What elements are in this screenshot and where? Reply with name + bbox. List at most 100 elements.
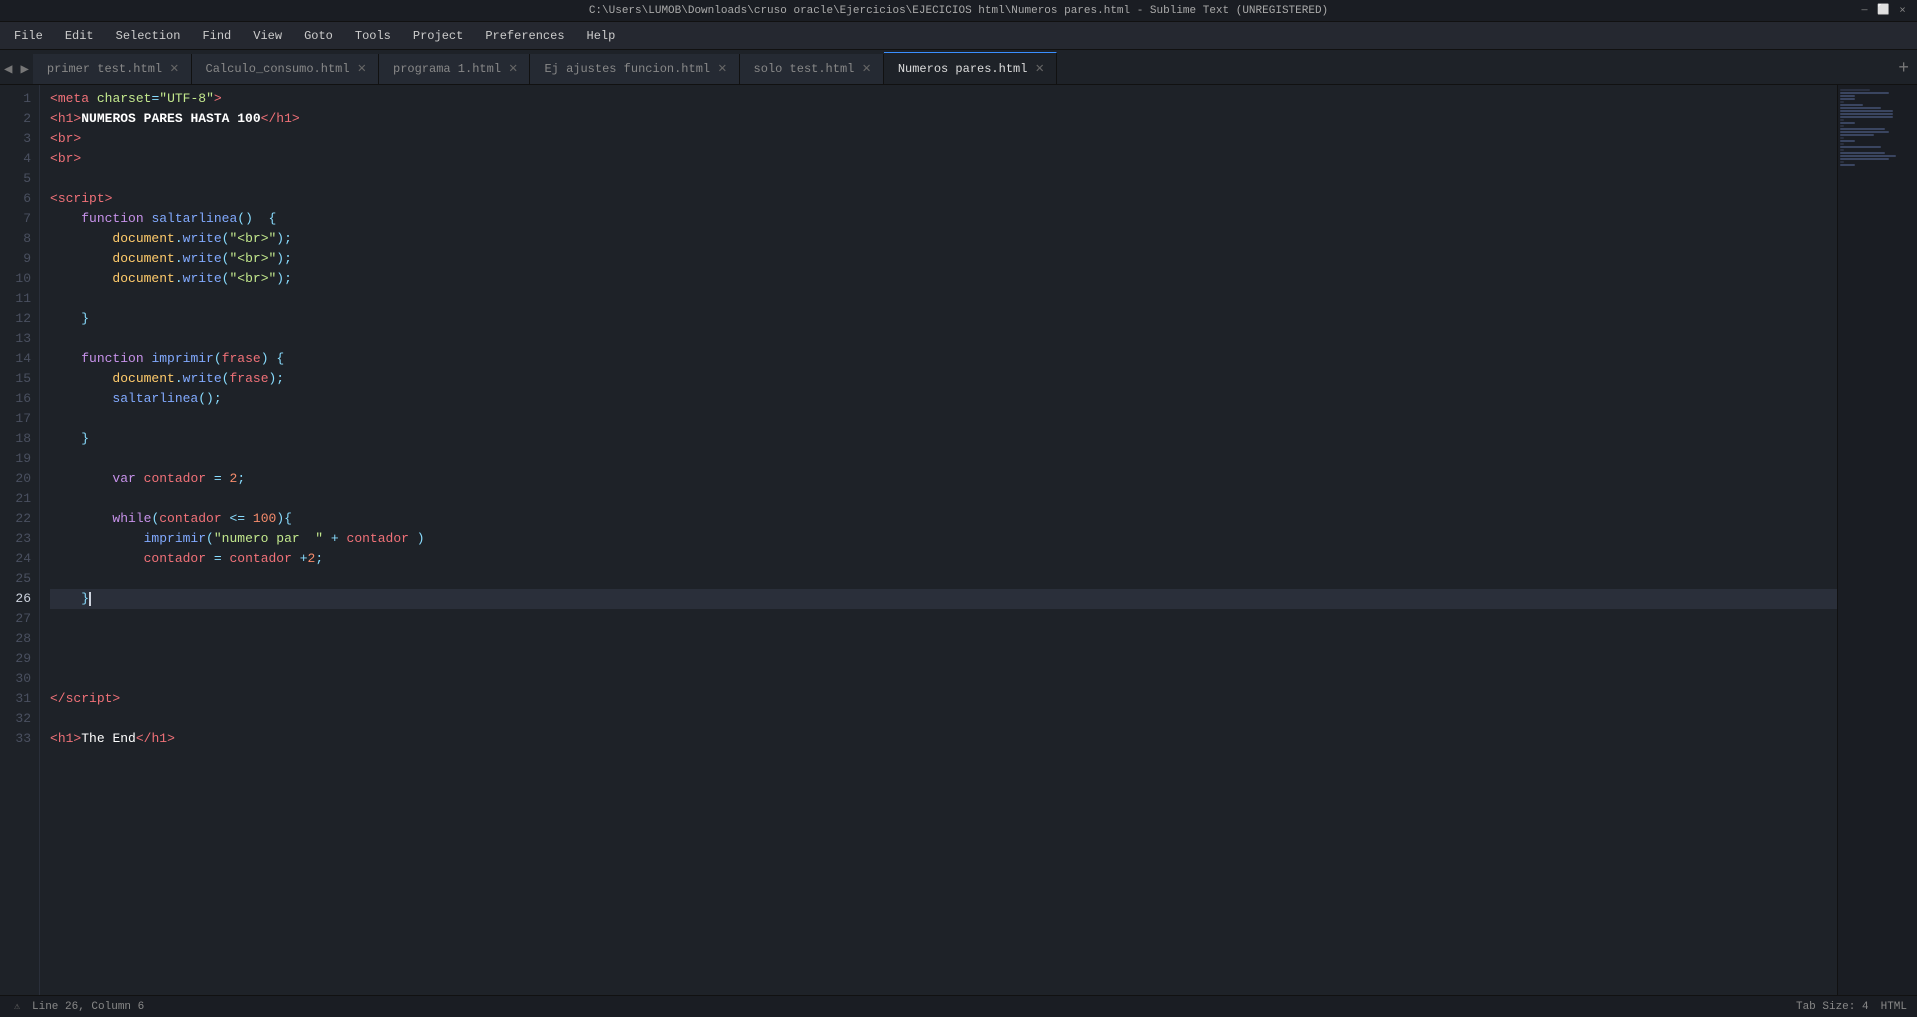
tab-close-ej[interactable]: ✕ xyxy=(718,62,726,76)
line-num-17: 17 xyxy=(0,409,39,429)
tab-label: Calculo_consumo.html xyxy=(206,62,350,76)
menu-project[interactable]: Project xyxy=(403,25,473,47)
line-num-21: 21 xyxy=(0,489,39,509)
code-line-23: imprimir("numero par " + contador ) xyxy=(50,529,1837,549)
code-line-29 xyxy=(50,649,1837,669)
tab-programa-1[interactable]: programa 1.html ✕ xyxy=(379,54,530,84)
tab-ej-ajustes[interactable]: Ej ajustes funcion.html ✕ xyxy=(530,54,739,84)
menu-goto[interactable]: Goto xyxy=(294,25,343,47)
code-line-31: </script> xyxy=(50,689,1837,709)
code-line-26: } xyxy=(50,589,1837,609)
menu-find[interactable]: Find xyxy=(192,25,241,47)
tab-solo-test[interactable]: solo test.html ✕ xyxy=(740,54,884,84)
code-line-32 xyxy=(50,709,1837,729)
code-line-21 xyxy=(50,489,1837,509)
line-num-27: 27 xyxy=(0,609,39,629)
menu-bar: File Edit Selection Find View Goto Tools… xyxy=(0,22,1917,50)
menu-edit[interactable]: Edit xyxy=(55,25,104,47)
tab-numeros-pares[interactable]: Numeros pares.html ✕ xyxy=(884,52,1057,84)
code-line-20: var contador = 2; xyxy=(50,469,1837,489)
code-line-33: <h1>The End</h1> xyxy=(50,729,1837,749)
line-num-3: 3 xyxy=(0,129,39,149)
code-line-9: document.write("<br>"); xyxy=(50,249,1837,269)
code-line-27 xyxy=(50,609,1837,629)
code-line-8: document.write("<br>"); xyxy=(50,229,1837,249)
line-num-2: 2 xyxy=(0,109,39,129)
tab-label: programa 1.html xyxy=(393,62,501,76)
tab-calculo-consumo[interactable]: Calculo_consumo.html ✕ xyxy=(192,54,379,84)
line-num-26: 26 xyxy=(0,589,39,609)
line-num-19: 19 xyxy=(0,449,39,469)
tab-close-primer[interactable]: ✕ xyxy=(170,62,178,76)
line-num-16: 16 xyxy=(0,389,39,409)
line-num-22: 22 xyxy=(0,509,39,529)
menu-file[interactable]: File xyxy=(4,25,53,47)
menu-view[interactable]: View xyxy=(243,25,292,47)
minimize-button[interactable]: — xyxy=(1858,4,1871,17)
code-line-24: contador = contador +2; xyxy=(50,549,1837,569)
tab-bar: ◀ ▶ primer test.html ✕ Calculo_consumo.h… xyxy=(0,50,1917,85)
line-num-13: 13 xyxy=(0,329,39,349)
code-line-3: <br> xyxy=(50,129,1837,149)
menu-selection[interactable]: Selection xyxy=(106,25,191,47)
tab-nav-prev[interactable]: ◀ xyxy=(0,54,16,84)
tab-primer-test[interactable]: primer test.html ✕ xyxy=(33,54,192,84)
code-line-5 xyxy=(50,169,1837,189)
status-right: Tab Size: 4 HTML xyxy=(1796,1001,1907,1013)
status-bar: ⚠ Line 26, Column 6 Tab Size: 4 HTML xyxy=(0,995,1917,1017)
maximize-button[interactable]: ⬜ xyxy=(1877,4,1890,17)
code-line-30 xyxy=(50,669,1837,689)
line-numbers: 1 2 3 4 5 6 7 8 9 10 11 12 13 14 15 16 1… xyxy=(0,85,40,995)
tab-label: Ej ajustes funcion.html xyxy=(544,62,710,76)
code-line-7: function saltarlinea() { xyxy=(50,209,1837,229)
tab-label: Numeros pares.html xyxy=(898,62,1028,76)
line-num-10: 10 xyxy=(0,269,39,289)
code-line-15: document.write(frase); xyxy=(50,369,1837,389)
code-line-1: <meta charset="UTF-8"> xyxy=(50,89,1837,109)
line-num-24: 24 xyxy=(0,549,39,569)
line-num-15: 15 xyxy=(0,369,39,389)
line-num-7: 7 xyxy=(0,209,39,229)
line-num-29: 29 xyxy=(0,649,39,669)
line-num-11: 11 xyxy=(0,289,39,309)
tab-close-programa[interactable]: ✕ xyxy=(509,62,517,76)
tab-close-numeros[interactable]: ✕ xyxy=(1035,62,1043,76)
tab-close-calculo[interactable]: ✕ xyxy=(358,62,366,76)
window-title: C:\Users\LUMOB\Downloads\cruso oracle\Ej… xyxy=(8,5,1909,17)
line-num-25: 25 xyxy=(0,569,39,589)
tab-nav-next[interactable]: ▶ xyxy=(16,54,32,84)
close-button[interactable]: ✕ xyxy=(1896,4,1909,17)
tab-size-status[interactable]: Tab Size: 4 xyxy=(1796,1001,1869,1013)
menu-tools[interactable]: Tools xyxy=(345,25,401,47)
code-line-13 xyxy=(50,329,1837,349)
line-num-8: 8 xyxy=(0,229,39,249)
tab-close-solo[interactable]: ✕ xyxy=(862,62,870,76)
tab-label: primer test.html xyxy=(47,62,162,76)
minimap[interactable] xyxy=(1837,85,1917,995)
code-line-18: } xyxy=(50,429,1837,449)
language-status[interactable]: HTML xyxy=(1881,1001,1907,1013)
code-line-19 xyxy=(50,449,1837,469)
status-left: ⚠ Line 26, Column 6 xyxy=(10,1000,144,1014)
line-col-status: Line 26, Column 6 xyxy=(32,1001,144,1013)
code-line-22: while(contador <= 100){ xyxy=(50,509,1837,529)
code-line-10: document.write("<br>"); xyxy=(50,269,1837,289)
tab-label: solo test.html xyxy=(754,62,855,76)
new-tab-button[interactable]: + xyxy=(1890,54,1917,84)
editor-container: 1 2 3 4 5 6 7 8 9 10 11 12 13 14 15 16 1… xyxy=(0,85,1917,995)
menu-preferences[interactable]: Preferences xyxy=(475,25,574,47)
code-line-25 xyxy=(50,569,1837,589)
line-num-28: 28 xyxy=(0,629,39,649)
line-num-14: 14 xyxy=(0,349,39,369)
menu-help[interactable]: Help xyxy=(577,25,626,47)
line-num-33: 33 xyxy=(0,729,39,749)
error-icon: ⚠ xyxy=(10,1000,24,1014)
line-num-32: 32 xyxy=(0,709,39,729)
code-editor[interactable]: <meta charset="UTF-8"> <h1>NUMEROS PARES… xyxy=(40,85,1837,995)
code-line-12: } xyxy=(50,309,1837,329)
title-bar: C:\Users\LUMOB\Downloads\cruso oracle\Ej… xyxy=(0,0,1917,22)
code-line-11 xyxy=(50,289,1837,309)
line-num-30: 30 xyxy=(0,669,39,689)
line-num-5: 5 xyxy=(0,169,39,189)
window-controls[interactable]: — ⬜ ✕ xyxy=(1858,4,1909,17)
